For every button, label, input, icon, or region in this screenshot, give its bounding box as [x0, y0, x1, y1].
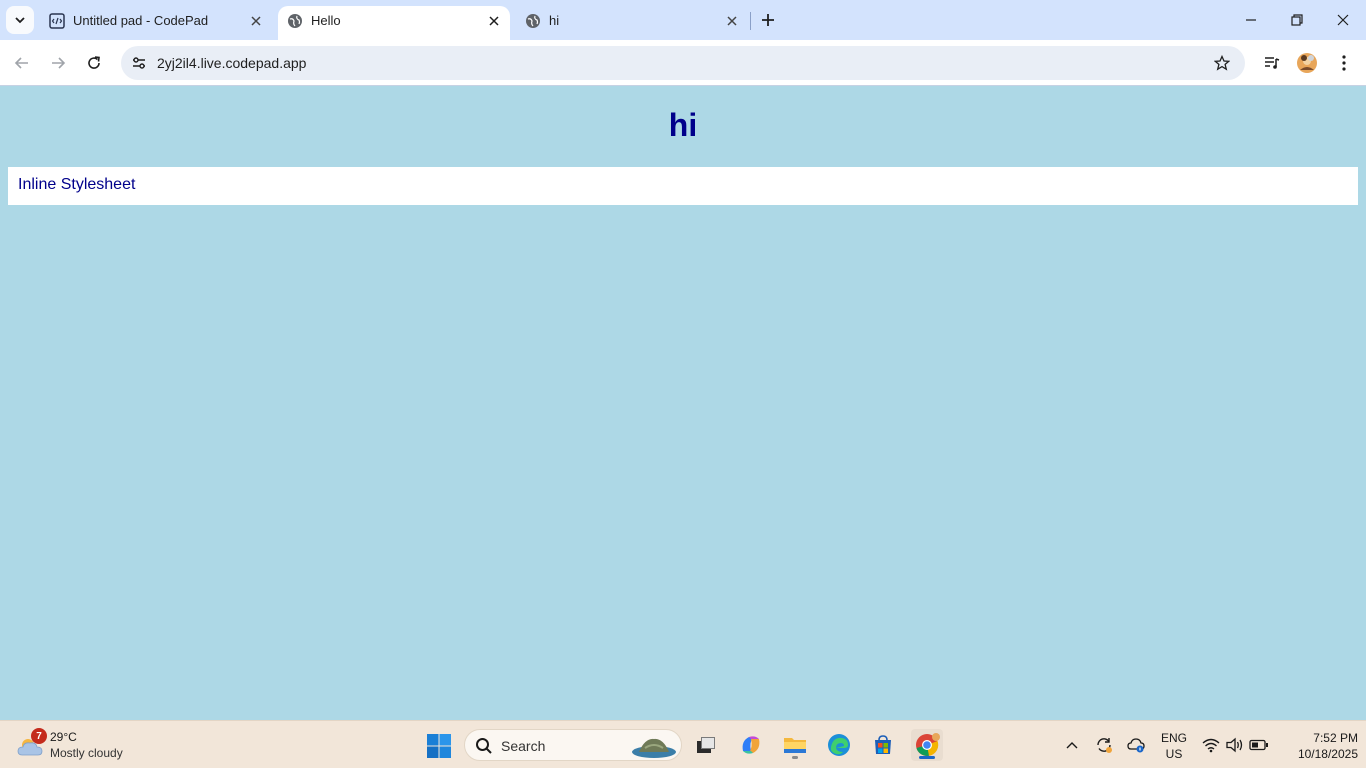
task-view-icon[interactable]: [690, 729, 722, 761]
codepad-favicon-icon: [49, 13, 65, 29]
minimize-button[interactable]: [1228, 0, 1274, 40]
menu-kebab-icon[interactable]: [1330, 49, 1358, 77]
media-control-icon[interactable]: [1258, 49, 1286, 77]
clock-date: 10/18/2025: [1297, 747, 1358, 761]
tab-title: Hello: [311, 13, 341, 28]
close-tab-icon[interactable]: [723, 12, 741, 30]
chrome-icon[interactable]: [911, 729, 943, 761]
url-text[interactable]: 2yj2il4.live.codepad.app: [157, 55, 306, 71]
content-box: Inline Stylesheet: [8, 167, 1358, 205]
search-highlight-image: [632, 738, 676, 758]
active-indicator: [919, 756, 935, 759]
volume-icon[interactable]: [1225, 735, 1245, 755]
tab-title: hi: [549, 13, 560, 28]
windows-start-icon[interactable]: [426, 733, 452, 759]
back-button[interactable]: [8, 49, 36, 77]
arrow-right-icon: [52, 57, 66, 69]
globe-icon: [287, 13, 303, 29]
language-indicator[interactable]: ENG US: [1158, 730, 1190, 762]
search-icon: [476, 738, 492, 754]
copilot-icon[interactable]: [735, 729, 767, 761]
weather-temperature: 29°C: [50, 730, 77, 744]
battery-icon[interactable]: [1249, 735, 1269, 755]
arrow-left-icon: [14, 57, 28, 69]
browser-toolbar: 2yj2il4.live.codepad.app: [0, 40, 1366, 86]
weather-widget[interactable]: 7 29°C Mostly cloudy: [14, 727, 144, 763]
onedrive-status-icon[interactable]: [1126, 735, 1146, 755]
tab-separator: [750, 12, 751, 30]
language-region: US: [1165, 747, 1183, 761]
site-settings-icon[interactable]: [127, 51, 151, 75]
address-bar[interactable]: 2yj2il4.live.codepad.app: [121, 46, 1245, 80]
search-placeholder: Search: [501, 738, 546, 754]
close-window-button[interactable]: [1320, 0, 1366, 40]
taskbar: 7 29°C Mostly cloudy Search ENG US 7:52 …: [0, 720, 1366, 768]
sync-icon[interactable]: [1094, 735, 1114, 755]
running-indicator: [792, 756, 798, 759]
page-viewport: hi Inline Stylesheet: [0, 87, 1366, 720]
content-box-text: Inline Stylesheet: [18, 176, 136, 193]
bookmark-star-icon[interactable]: [1211, 52, 1233, 74]
language-code: ENG: [1160, 731, 1187, 745]
tab-hi[interactable]: hi: [516, 6, 748, 40]
chevron-down-icon: [15, 17, 25, 24]
restore-button[interactable]: [1274, 0, 1320, 40]
microsoft-store-icon[interactable]: [867, 729, 899, 761]
close-icon: [1337, 14, 1349, 26]
plus-icon: [762, 14, 774, 26]
profile-avatar[interactable]: [1293, 49, 1321, 77]
tab-hello[interactable]: Hello: [278, 6, 510, 40]
show-hidden-icons-chevron-up-icon[interactable]: [1062, 735, 1082, 755]
globe-icon: [525, 13, 541, 29]
weather-condition: Mostly cloudy: [50, 746, 123, 760]
page-heading: hi: [668, 107, 698, 143]
reload-button[interactable]: [80, 49, 108, 77]
edge-browser-icon[interactable]: [823, 729, 855, 761]
tab-search-button[interactable]: [6, 6, 34, 34]
tab-strip: Untitled pad - CodePad Hello hi: [0, 0, 1366, 40]
weather-badge: 7: [31, 728, 47, 744]
file-explorer-icon[interactable]: [779, 729, 811, 761]
forward-button[interactable]: [44, 49, 72, 77]
taskbar-search-box[interactable]: Search: [464, 729, 682, 761]
reload-icon: [88, 56, 100, 69]
close-tab-icon[interactable]: [247, 12, 265, 30]
tab-title: Untitled pad - CodePad: [73, 13, 209, 28]
tab-codepad[interactable]: Untitled pad - CodePad: [40, 6, 276, 40]
close-tab-icon[interactable]: [485, 12, 503, 30]
wifi-icon[interactable]: [1201, 735, 1221, 755]
system-clock[interactable]: 7:52 PM 10/18/2025: [1278, 730, 1358, 762]
clock-time: 7:52 PM: [1313, 731, 1358, 745]
restore-icon: [1291, 14, 1303, 26]
minimize-icon: [1246, 19, 1256, 21]
new-tab-button[interactable]: [756, 8, 780, 32]
